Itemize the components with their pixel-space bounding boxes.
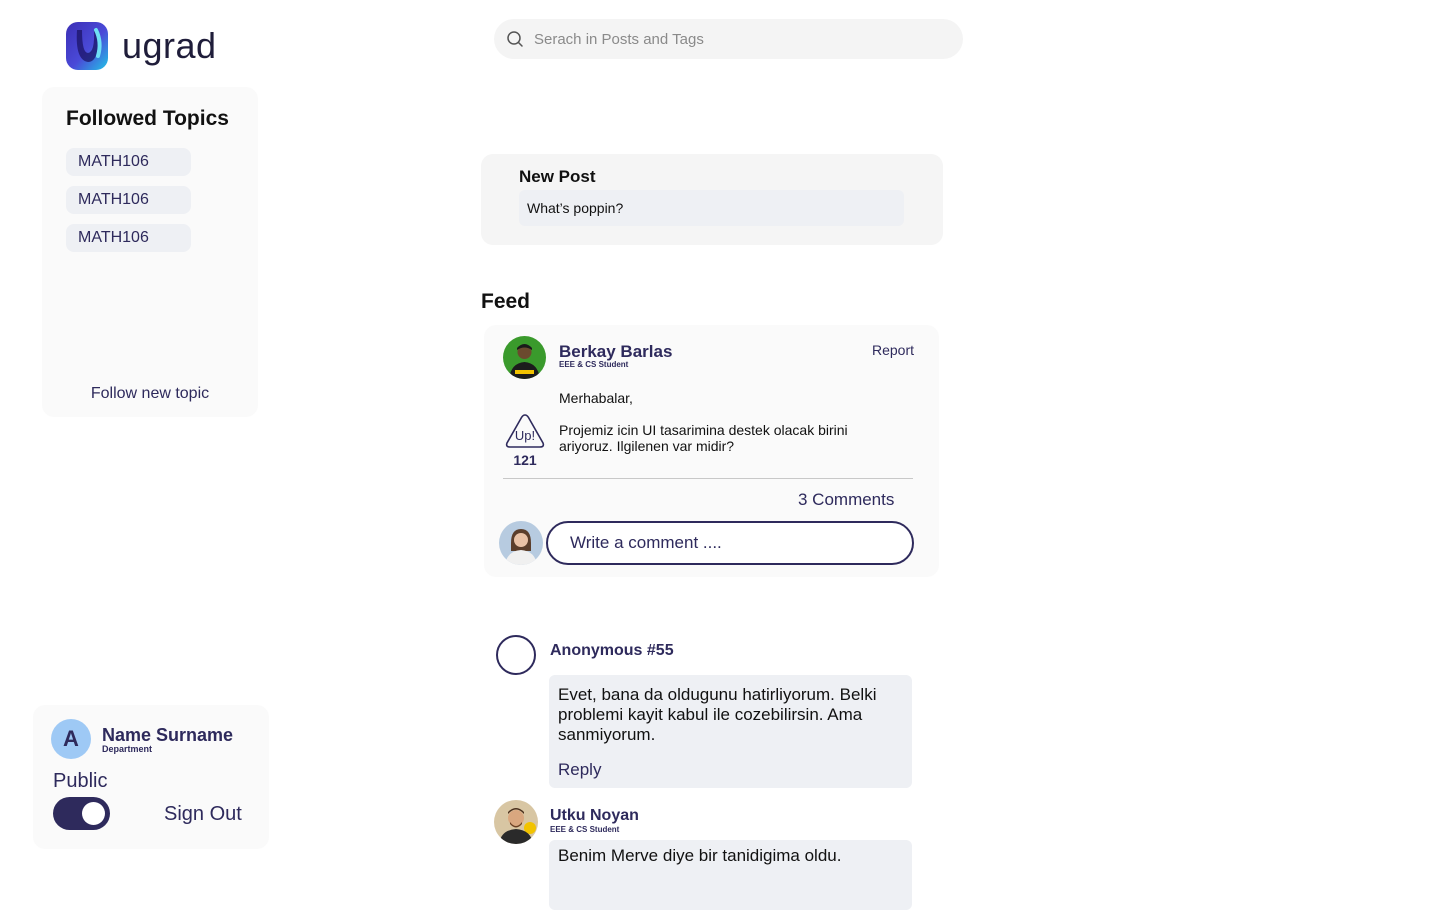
author-avatar[interactable] [503,336,546,379]
person-photo-icon [503,336,546,379]
person-photo-icon [494,800,538,844]
search-bar[interactable] [494,19,963,59]
visibility-toggle[interactable] [53,797,110,830]
comment-author-role: EEE & CS Student [550,825,620,834]
new-post-input[interactable] [519,190,904,226]
search-input[interactable] [534,30,934,48]
current-user-avatar [499,521,543,565]
anonymous-avatar [496,635,536,675]
person-photo-icon [499,521,543,565]
author-name[interactable]: Berkay Barlas [559,342,672,362]
profile-card: A Name Surname Department Public Sign Ou… [33,705,269,849]
upvote-label: Up! [515,428,535,443]
feed-title: Feed [481,290,531,313]
user-avatar[interactable]: A [51,719,91,759]
sign-out-button[interactable]: Sign Out [164,803,242,826]
user-department: Department [102,744,153,754]
user-name: Name Surname [102,725,234,745]
post-body: Projemiz icin UI tasarimina destek olaca… [559,422,848,454]
comment-text: Benim Merve diye bir tanidigima oldu. [558,846,842,865]
follow-new-topic-link[interactable]: Follow new topic [42,385,258,403]
search-icon [507,31,523,47]
report-button[interactable]: Report [872,342,914,358]
post-divider [503,478,913,479]
reply-button[interactable]: Reply [558,760,903,780]
topic-chip[interactable]: MATH106 [66,148,191,176]
followed-topics-title: Followed Topics [66,107,229,130]
new-post-panel: New Post [481,154,943,245]
toggle-knob [82,802,105,825]
comments-count-link[interactable]: 3 Comments [798,490,894,510]
ugrad-logo-icon [66,22,108,70]
topic-chip[interactable]: MATH106 [66,186,191,214]
comment-bubble: Evet, bana da oldugunu hatirliyorum. Bel… [549,675,912,788]
comment-author[interactable]: Utku Noyan [550,807,639,825]
followed-topics-panel: Followed Topics MATH106 MATH106 MATH106 … [42,87,258,417]
commenter-avatar[interactable] [494,800,538,844]
comment-text: Evet, bana da oldugunu hatirliyorum. Bel… [558,685,877,744]
author-role: EEE & CS Student [559,360,629,369]
post-greeting: Merhabalar, [559,390,633,406]
topic-chip[interactable]: MATH106 [66,224,191,252]
upvote-count: 121 [513,452,537,468]
post-card: Berkay Barlas EEE & CS Student Report Up… [484,325,939,577]
app-logo[interactable]: ugrad [66,22,217,70]
new-post-title: New Post [519,167,596,186]
comment-input[interactable] [546,521,914,565]
comment-author[interactable]: Anonymous #55 [550,642,674,660]
visibility-label: Public [53,770,108,792]
app-name: ugrad [122,25,217,66]
upvote-icon[interactable]: Up! [503,412,547,452]
